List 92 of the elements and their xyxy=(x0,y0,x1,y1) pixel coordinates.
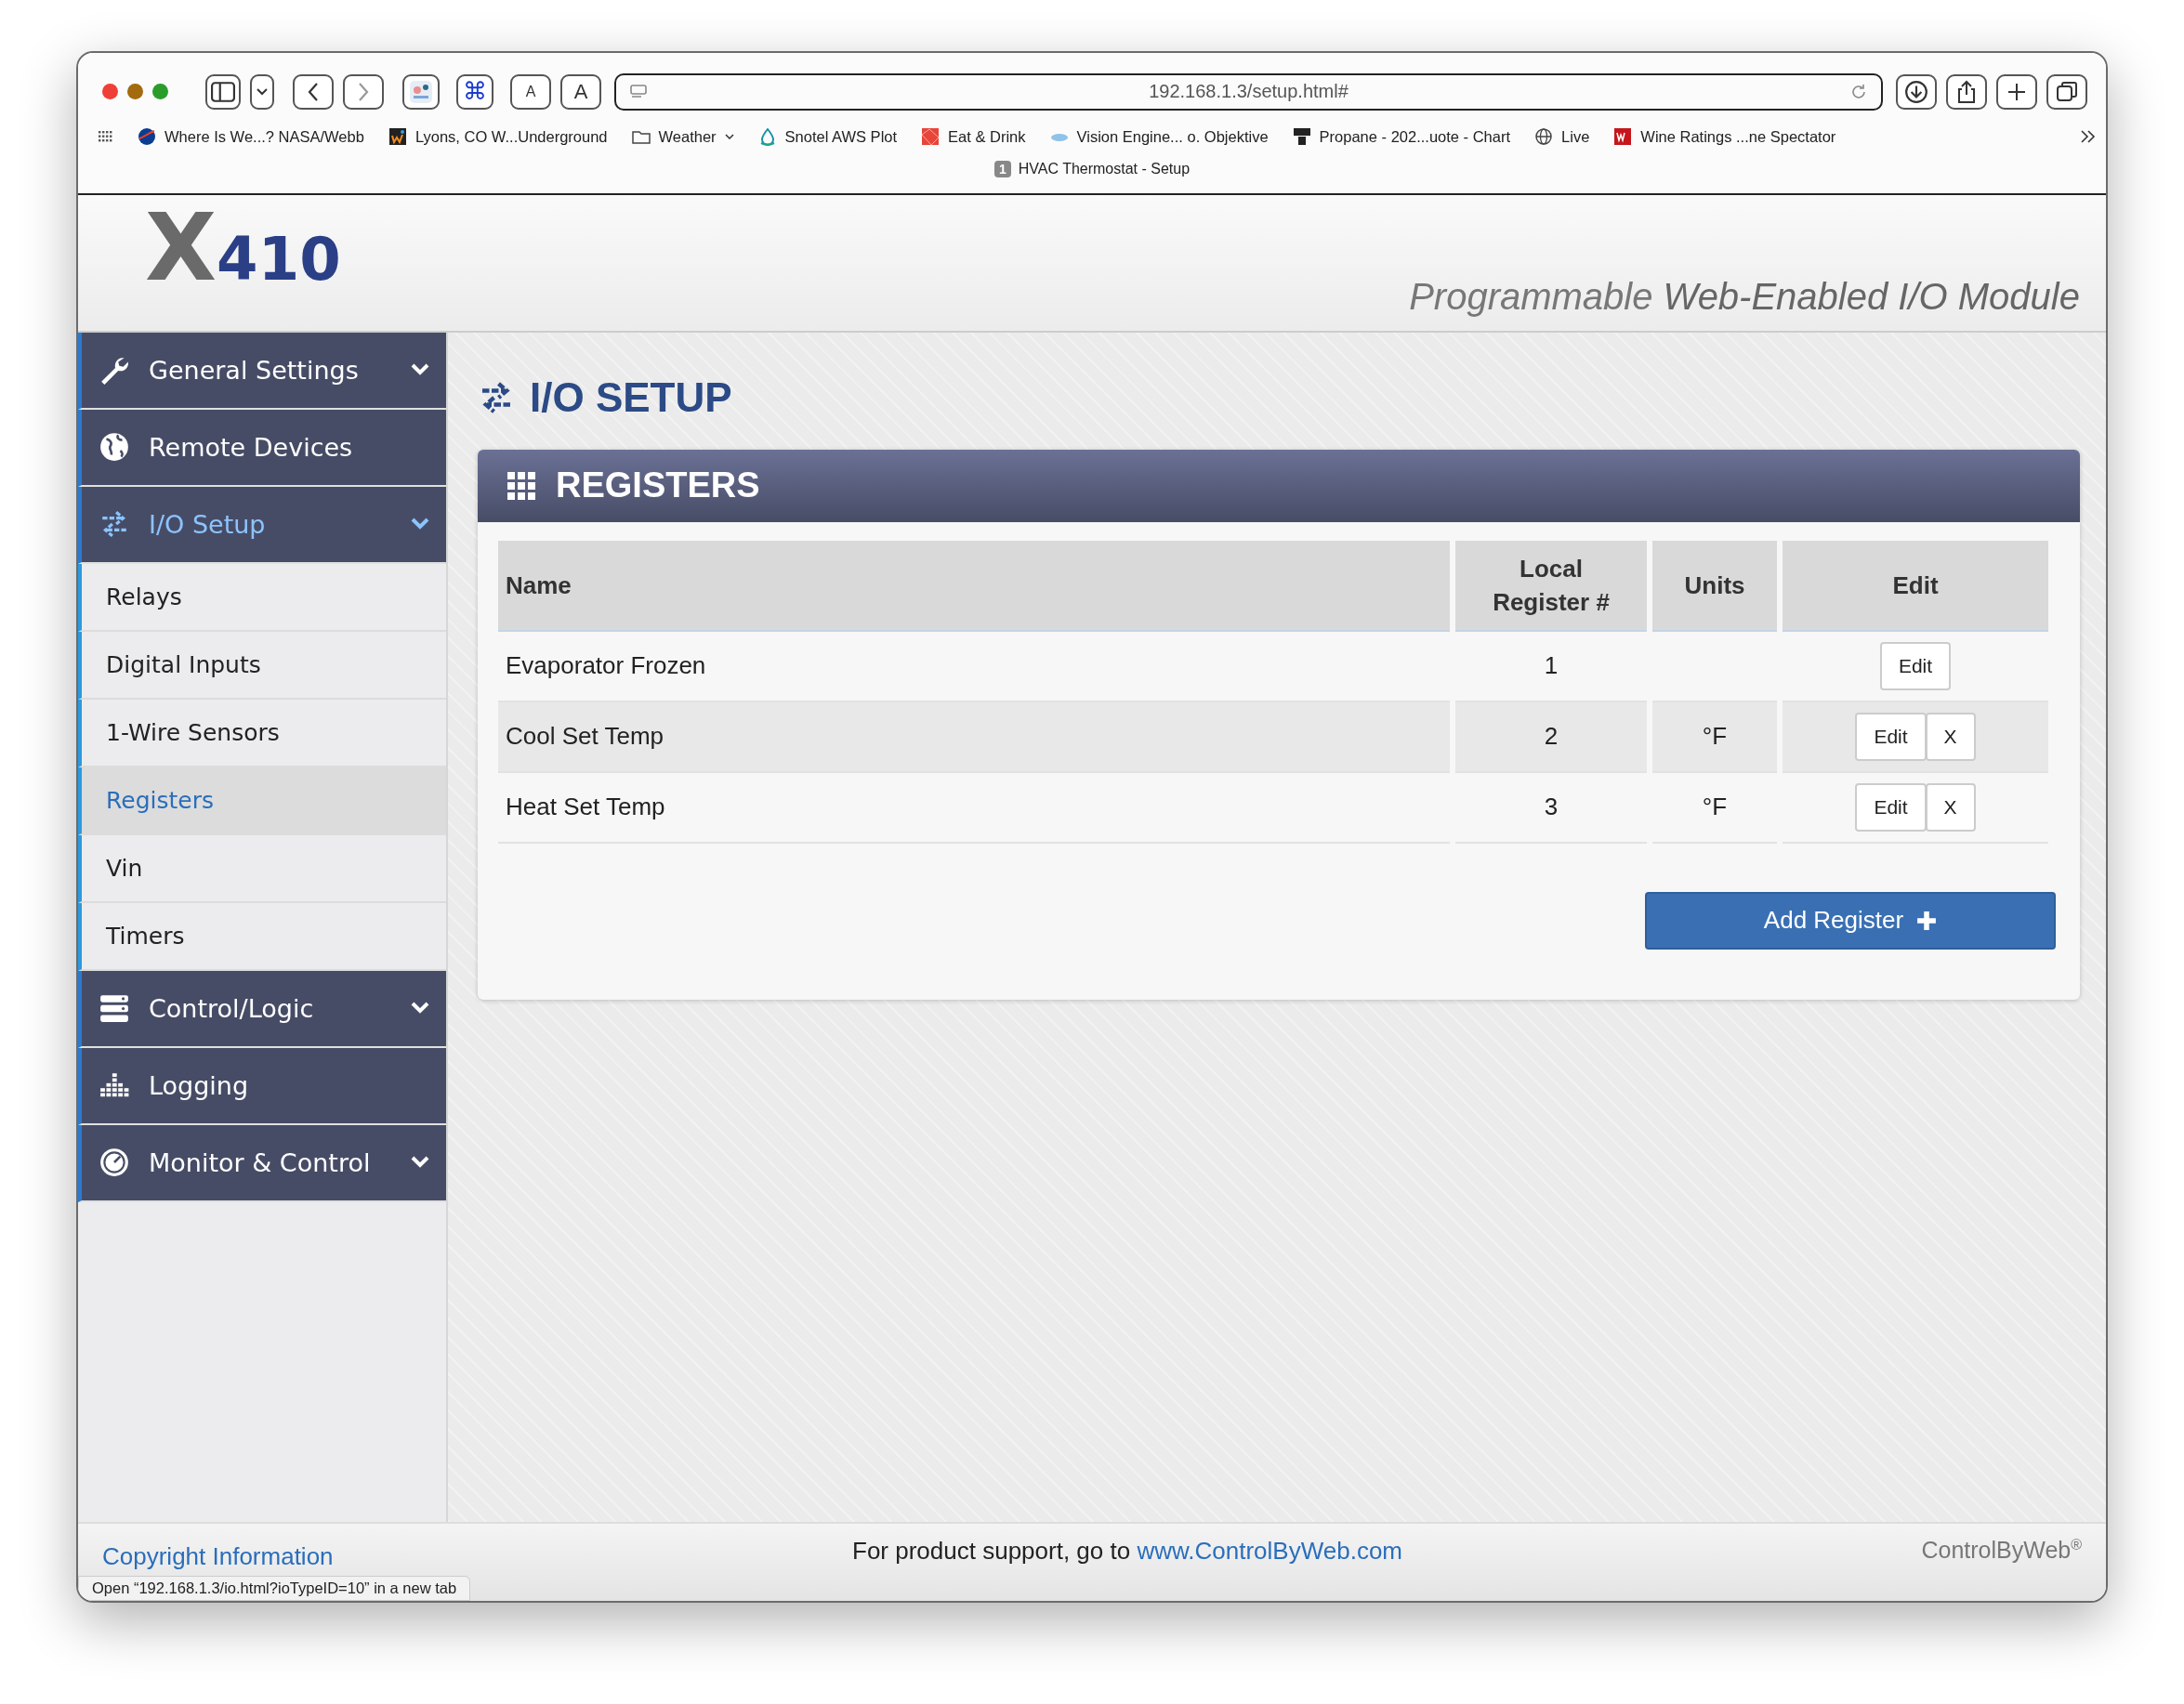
sidebar-submenu-item[interactable]: Timers xyxy=(78,902,446,971)
bookmark-link[interactable]: Snotel AWS Plot xyxy=(784,127,898,146)
extension-icon xyxy=(409,79,433,104)
bookmark-link[interactable]: Vision Engine... o. Objektive xyxy=(1076,127,1269,146)
sidebar-menu-item[interactable]: Monitor & Control xyxy=(78,1124,446,1202)
chevron-down-icon xyxy=(411,1002,429,1016)
extension-button[interactable] xyxy=(402,73,440,110)
command-button[interactable]: ⌘ xyxy=(456,73,493,110)
dropdown-button[interactable] xyxy=(250,73,274,110)
grid-icon xyxy=(507,471,535,500)
bookmark-link[interactable]: Propane - 202...uote - Chart xyxy=(1319,127,1511,146)
bookmark-link[interactable]: Live xyxy=(1561,127,1590,146)
sidebar-menu-item[interactable]: I/O Setup xyxy=(78,486,446,564)
new-tab-button[interactable] xyxy=(1996,73,2037,110)
te-logo-icon xyxy=(1292,127,1311,146)
ws-logo-icon xyxy=(1613,127,1633,146)
smaller-text-button[interactable]: A xyxy=(510,73,551,110)
delete-button[interactable]: X xyxy=(1925,712,1976,761)
zoom-window-button[interactable] xyxy=(152,84,168,99)
tab-count-badge: 1 xyxy=(993,161,1011,177)
table-cell: °F xyxy=(1652,701,1777,773)
status-tooltip: Open “192.168.1.3/io.html?ioTypeID=10” in a new tab xyxy=(78,1576,471,1601)
sidebar-submenu-item[interactable]: Relays xyxy=(78,563,446,632)
chevron-down-icon xyxy=(411,363,429,377)
share-icon xyxy=(1955,79,1978,104)
page-title: I/O SETUP xyxy=(530,374,732,421)
sidebar-menu-item[interactable]: Control/Logic xyxy=(78,970,446,1048)
chevron-right-icon xyxy=(358,82,369,101)
copyright-link[interactable]: Copyright Information xyxy=(102,1544,334,1569)
sidebar-submenu-item[interactable]: 1-Wire Sensors xyxy=(78,699,446,767)
sidebar-submenu-item[interactable]: Registers xyxy=(78,767,446,835)
table-cell: °F xyxy=(1652,772,1777,844)
product-tagline: Programmable Web-Enabled I/O Module xyxy=(1409,275,2080,318)
bookmark-link[interactable]: Where Is We...? NASA/Webb xyxy=(164,127,364,146)
add-register-button[interactable]: Add Register xyxy=(1645,891,2056,950)
download-icon xyxy=(1904,79,1928,104)
chevron-left-icon xyxy=(308,82,319,101)
column-header: Units xyxy=(1652,540,1777,632)
weather-logo-icon xyxy=(388,127,407,146)
column-header: Local Register # xyxy=(1455,540,1647,632)
apps-grid-icon xyxy=(99,131,113,142)
server-stack-icon xyxy=(99,992,130,1025)
downloads-button[interactable] xyxy=(1896,73,1937,110)
larger-text-button[interactable]: A xyxy=(560,73,601,110)
browser-tab[interactable]: 1 HVAC Thermostat - Setup xyxy=(78,153,2106,185)
table-cell: Heat Set Temp xyxy=(498,772,1450,844)
sidebar-submenu-item[interactable]: Vin xyxy=(78,834,446,903)
delete-button[interactable]: X xyxy=(1925,782,1976,832)
sidebar-menu-item[interactable]: Logging xyxy=(78,1047,446,1125)
edit-button[interactable]: Edit xyxy=(1855,712,1927,761)
panel-title: REGISTERS xyxy=(556,465,760,506)
table-cell: 3 xyxy=(1455,772,1647,844)
bookmark-link[interactable]: Wine Ratings ...ne Spectator xyxy=(1640,127,1836,146)
bookmark-link[interactable]: Eat & Drink xyxy=(948,127,1026,146)
bookmark-link[interactable]: Weather xyxy=(658,127,717,146)
plus-icon xyxy=(1916,910,1938,931)
sidebar-menu-item[interactable]: Remote Devices xyxy=(78,409,446,487)
edit-button[interactable]: Edit xyxy=(1855,782,1927,832)
table-cell: 2 xyxy=(1455,701,1647,773)
plus-icon xyxy=(2006,81,2027,102)
close-window-button[interactable] xyxy=(102,84,118,99)
nasa-logo-icon xyxy=(138,127,156,146)
sidebar-toggle-button[interactable] xyxy=(205,73,241,110)
support-text: For product support, go to www.ControlByWeb.com xyxy=(852,1537,1402,1566)
tab-overview-button[interactable] xyxy=(2046,73,2087,110)
chevron-down-icon xyxy=(724,134,734,139)
x410-logo: X410 xyxy=(144,196,342,304)
website-link[interactable]: www.ControlByWeb.com xyxy=(1137,1537,1402,1566)
column-header: Edit xyxy=(1783,540,2048,632)
back-button[interactable] xyxy=(293,73,334,110)
edit-button[interactable]: Edit xyxy=(1879,641,1952,690)
tabs-icon xyxy=(2056,80,2078,103)
column-header: Name xyxy=(498,540,1450,632)
table-cell: Cool Set Temp xyxy=(498,701,1450,773)
gauge-icon xyxy=(99,1147,130,1179)
share-button[interactable] xyxy=(1946,73,1987,110)
reload-icon xyxy=(1849,82,1868,101)
more-bookmarks-icon[interactable] xyxy=(2080,129,2097,144)
chevron-down-icon xyxy=(411,1156,429,1170)
globe-icon xyxy=(1534,127,1554,146)
mosaic-square-icon xyxy=(921,127,941,146)
bookmark-link[interactable]: Lyons, CO W...Underground xyxy=(414,127,608,146)
globe-icon xyxy=(99,431,130,464)
brand-name: ControlByWeb$^{®}$ xyxy=(1921,1537,2082,1565)
sidebar-submenu-item[interactable]: Digital Inputs xyxy=(78,631,446,700)
address-bar[interactable]: 192.168.1.3/setup.html# xyxy=(614,72,1883,111)
forward-button[interactable] xyxy=(343,73,384,110)
sidebar-menu-item[interactable]: General Settings xyxy=(78,332,446,410)
sidebar-icon xyxy=(211,81,235,102)
minimize-window-button[interactable] xyxy=(127,84,143,99)
chevron-down-icon xyxy=(411,518,429,531)
chevron-down-icon xyxy=(257,87,268,96)
